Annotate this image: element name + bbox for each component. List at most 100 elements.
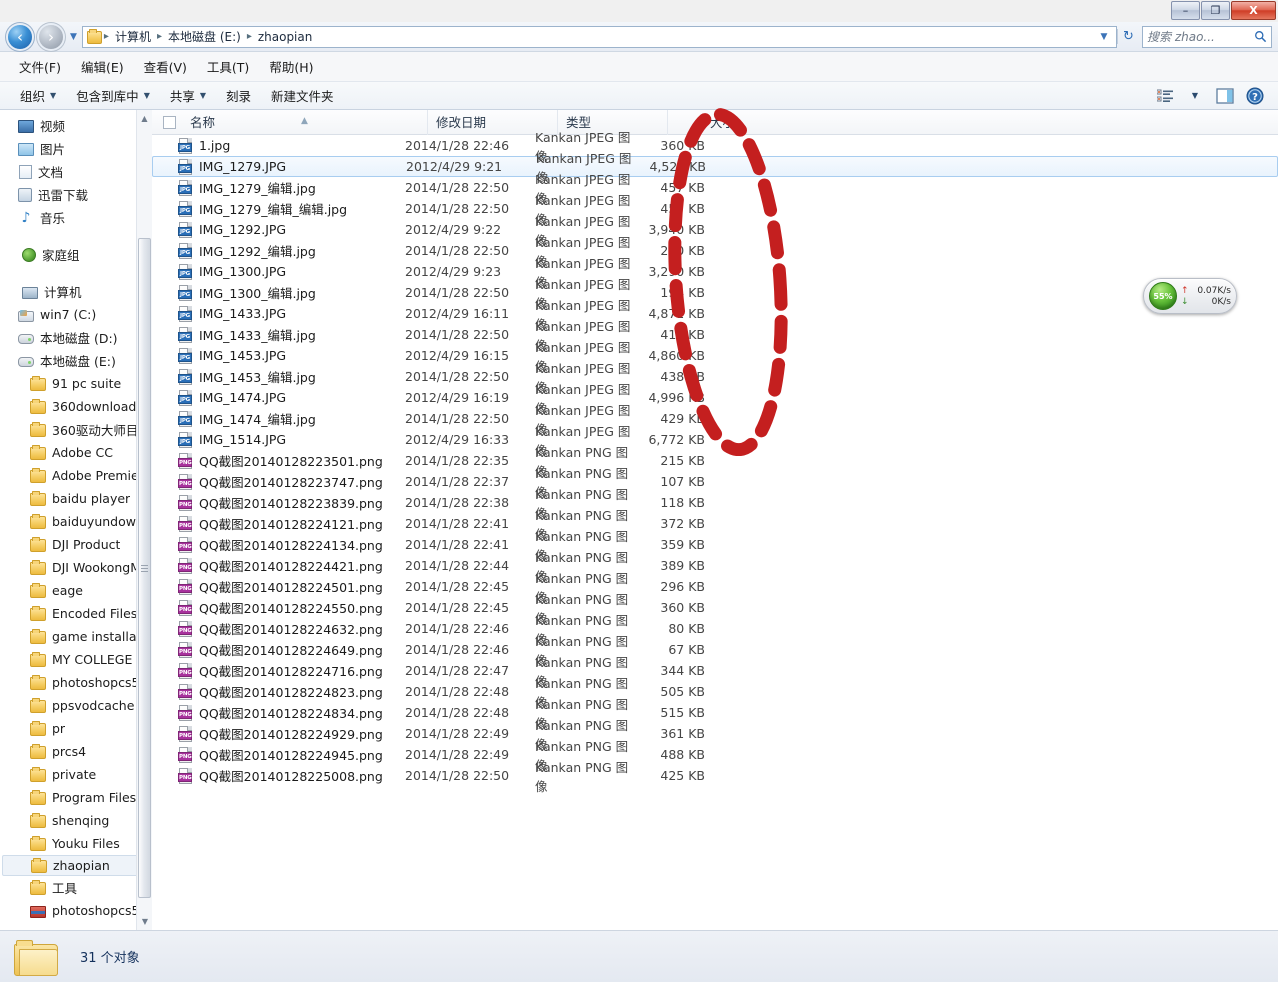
table-row[interactable]: JPG IMG_1433_编辑.jpg 2014/1/28 22:50 Kankan …: [152, 319, 1278, 353]
table-row[interactable]: PNG QQ截图20140128224134.png 2014/1/28 22:41…: [152, 529, 1278, 563]
table-row[interactable]: JPG IMG_1453_编辑.jpg 2014/1/28 22:50 Kankan …: [152, 361, 1278, 395]
table-row[interactable]: JPG IMG_1474_编辑.jpg 2014/1/28 22:50 Kankan …: [152, 403, 1278, 437]
breadcrumb[interactable]: ▸ 计算机 ▸ 本地磁盘 (E:) ▸ zhaopian ▼: [81, 25, 1117, 48]
file-list-pane[interactable]: ▲ 名称 修改日期 类型 大小 JPG 1.jpg 2014/1/28 22:46 K…: [152, 110, 1278, 930]
sidebar-item-win7-c[interactable]: win7 (C:): [0, 303, 152, 326]
sidebar-item-pr[interactable]: pr: [0, 717, 152, 740]
menu-help[interactable]: 帮助(H): [260, 53, 322, 80]
include-in-library-button[interactable]: 包含到库中 ▼: [66, 82, 160, 109]
scroll-up-arrow[interactable]: ▲: [137, 110, 152, 127]
sidebar-item-my-college[interactable]: MY COLLEGE: [0, 648, 152, 671]
menu-tools[interactable]: 工具(T): [198, 53, 258, 80]
sidebar-item-photoshopcs5[interactable]: photoshopcs5: [0, 899, 152, 922]
column-header-name[interactable]: ▲ 名称: [182, 110, 427, 135]
sidebar-item-program-files[interactable]: Program Files: [0, 786, 152, 809]
table-row[interactable]: JPG IMG_1433.JPG 2012/4/29 16:11 Kankan JPE…: [152, 298, 1278, 332]
cpu-usage-gauge[interactable]: 55%: [1149, 282, 1177, 310]
sidebar-item-baiduyundownload[interactable]: baiduyundownload: [0, 510, 152, 533]
help-icon[interactable]: ?: [1242, 85, 1268, 107]
menu-edit[interactable]: 编辑(E): [72, 53, 133, 80]
menu-file[interactable]: 文件(F): [10, 53, 70, 80]
chevron-down-icon[interactable]: ▼: [1096, 32, 1112, 42]
sidebar-item-shenqing[interactable]: shenqing: [0, 809, 152, 832]
view-options-icon[interactable]: [1152, 85, 1178, 107]
network-speed-widget[interactable]: 55% ↑ 0.07K/s ↓ 0K/s: [1143, 278, 1237, 314]
sidebar-item-adobe-premiere[interactable]: Adobe Premiere: [0, 464, 152, 487]
table-row[interactable]: PNG QQ截图20140128224421.png 2014/1/28 22:44…: [152, 550, 1278, 584]
close-button[interactable]: X: [1231, 1, 1276, 20]
table-row[interactable]: PNG QQ截图20140128225008.png 2014/1/28 22:50…: [152, 760, 1278, 794]
forward-arrow-icon[interactable]: ›: [39, 24, 63, 49]
sidebar-item-[interactable]: 计算机: [0, 280, 152, 303]
sidebar-item-[interactable]: 视频: [0, 114, 152, 137]
select-all-checkbox[interactable]: [163, 115, 176, 129]
sidebar-item-[interactable]: 工具: [0, 876, 152, 899]
table-row[interactable]: PNG QQ截图20140128223501.png 2014/1/28 22:35…: [152, 445, 1278, 479]
sidebar-item-360downloads[interactable]: 360downloads: [0, 395, 152, 418]
table-row[interactable]: PNG QQ截图20140128224929.png 2014/1/28 22:49…: [152, 718, 1278, 752]
table-row[interactable]: PNG QQ截图20140128224834.png 2014/1/28 22:48…: [152, 697, 1278, 731]
burn-button[interactable]: 刻录: [216, 82, 261, 109]
sidebar-item-[interactable]: 文档: [0, 160, 152, 183]
minimize-button[interactable]: –: [1171, 1, 1200, 20]
table-row[interactable]: PNG QQ截图20140128223747.png 2014/1/28 22:37…: [152, 466, 1278, 500]
breadcrumb-drive-e[interactable]: 本地磁盘 (E:): [164, 27, 245, 46]
sidebar-item-ppsvodcache[interactable]: ppsvodcache: [0, 694, 152, 717]
sidebar-item-[interactable]: 迅雷下载: [0, 183, 152, 206]
scroll-down-arrow[interactable]: ▼: [137, 913, 152, 930]
organize-button[interactable]: 组织 ▼: [10, 82, 66, 109]
sidebar-item-private[interactable]: private: [0, 763, 152, 786]
sidebar-item-adobe-cc[interactable]: Adobe CC: [0, 441, 152, 464]
table-row[interactable]: PNG QQ截图20140128224121.png 2014/1/28 22:41…: [152, 508, 1278, 542]
new-folder-button[interactable]: 新建文件夹: [261, 82, 344, 109]
table-row[interactable]: PNG QQ截图20140128224945.png 2014/1/28 22:49…: [152, 739, 1278, 773]
table-row[interactable]: JPG IMG_1279.JPG 2012/4/29 9:21 Kankan JPEG…: [152, 151, 1278, 185]
table-row[interactable]: PNG QQ截图20140128224649.png 2014/1/28 22:46…: [152, 634, 1278, 668]
sidebar-item-91-pc-suite[interactable]: 91 pc suite: [0, 372, 152, 395]
sidebar-item-360[interactable]: 360驱动大师目录: [0, 418, 152, 441]
sidebar-item-zhaopian[interactable]: zhaopian: [2, 855, 150, 876]
table-row[interactable]: JPG IMG_1279_编辑.jpg 2014/1/28 22:50 Kankan …: [152, 172, 1278, 206]
table-row[interactable]: JPG IMG_1292_编辑.jpg 2014/1/28 22:50 Kankan …: [152, 235, 1278, 269]
table-row[interactable]: JPG IMG_1279_编辑_编辑.jpg 2014/1/28 22:50 Kank…: [152, 193, 1278, 227]
sidebar-item-encoded-files[interactable]: Encoded Files: [0, 602, 152, 625]
table-row[interactable]: PNG QQ截图20140128224501.png 2014/1/28 22:45…: [152, 571, 1278, 605]
table-row[interactable]: JPG IMG_1300.JPG 2012/4/29 9:23 Kankan JPEG…: [152, 256, 1278, 290]
sidebar-item-game-installation[interactable]: game installation: [0, 625, 152, 648]
sidebar-item-prcs4[interactable]: prcs4: [0, 740, 152, 763]
table-row[interactable]: PNG QQ截图20140128224823.png 2014/1/28 22:48…: [152, 676, 1278, 710]
table-row[interactable]: JPG IMG_1292.JPG 2012/4/29 9:22 Kankan JPEG…: [152, 214, 1278, 248]
preview-pane-icon[interactable]: [1212, 85, 1238, 107]
scrollbar-thumb[interactable]: [138, 238, 151, 898]
table-row[interactable]: JPG IMG_1474.JPG 2012/4/29 16:19 Kankan JPE…: [152, 382, 1278, 416]
table-row[interactable]: PNG QQ截图20140128224550.png 2014/1/28 22:45…: [152, 592, 1278, 626]
sidebar-item-[interactable]: ♪ 音乐: [0, 206, 152, 229]
history-dropdown-icon[interactable]: ▼: [70, 32, 77, 42]
refresh-icon[interactable]: ↻: [1117, 29, 1139, 44]
menu-view[interactable]: 查看(V): [135, 53, 196, 80]
share-button[interactable]: 共享 ▼: [160, 82, 216, 109]
sidebar-item-[interactable]: 家庭组: [0, 243, 152, 266]
sidebar-item-youku-files[interactable]: Youku Files: [0, 832, 152, 855]
sidebar-item-[interactable]: 图片: [0, 137, 152, 160]
sidebar-item-d[interactable]: 本地磁盘 (D:): [0, 326, 152, 349]
sidebar-item-eage[interactable]: eage: [0, 579, 152, 602]
back-arrow-icon[interactable]: ‹: [8, 24, 32, 49]
sidebar-item-e[interactable]: 本地磁盘 (E:): [0, 349, 152, 372]
sidebar-item-dji-wookongm[interactable]: DJI WookongM: [0, 556, 152, 579]
table-row[interactable]: JPG IMG_1453.JPG 2012/4/29 16:15 Kankan JPE…: [152, 340, 1278, 374]
search-input[interactable]: 搜索 zhao...: [1142, 25, 1272, 48]
view-options-caret-icon[interactable]: ▼: [1182, 85, 1208, 107]
table-row[interactable]: JPG 1.jpg 2014/1/28 22:46 Kankan JPEG 图像 360…: [152, 130, 1278, 164]
sidebar-item-photoshopcs5[interactable]: photoshopcs5: [0, 671, 152, 694]
maximize-button[interactable]: ❐: [1201, 1, 1230, 20]
table-row[interactable]: PNG QQ截图20140128223839.png 2014/1/28 22:38…: [152, 487, 1278, 521]
breadcrumb-zhaopian[interactable]: zhaopian: [254, 29, 317, 45]
breadcrumb-computer[interactable]: 计算机: [111, 27, 155, 46]
sidebar-scrollbar[interactable]: ▲ ▼: [136, 110, 152, 930]
table-row[interactable]: JPG IMG_1514.JPG 2012/4/29 16:33 Kankan JPE…: [152, 424, 1278, 458]
sidebar-item-dji-product[interactable]: DJI Product: [0, 533, 152, 556]
table-row[interactable]: PNG QQ截图20140128224632.png 2014/1/28 22:46…: [152, 613, 1278, 647]
table-row[interactable]: PNG QQ截图20140128224716.png 2014/1/28 22:47…: [152, 655, 1278, 689]
navigation-pane[interactable]: 视频 图片 文档 迅雷下载 ♪ 音乐家庭组计算机 win7 (C:) 本地磁盘 (D:) 本地磁…: [0, 110, 152, 930]
